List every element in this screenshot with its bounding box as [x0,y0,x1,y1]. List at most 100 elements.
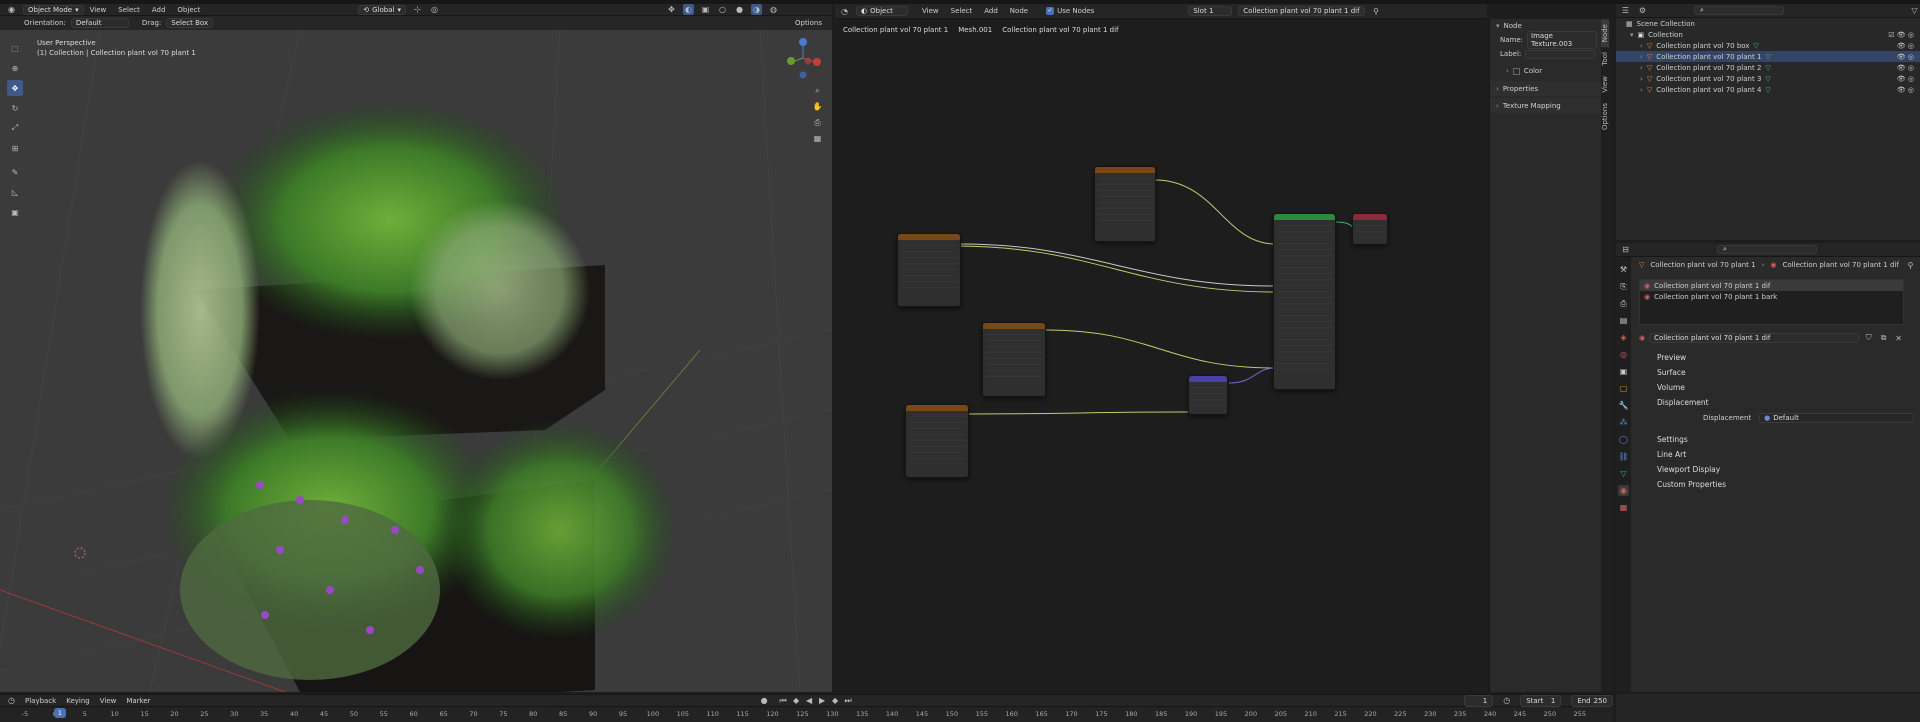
proportional-icon[interactable]: ◎ [429,4,440,15]
pin-icon[interactable]: ⚲ [1905,260,1916,271]
transform-tool-icon[interactable]: ⊞ [7,140,23,156]
editor-type-icon[interactable]: ◔ [839,6,850,17]
jump-start-icon[interactable]: ⏮ [778,695,789,706]
transform-orientation[interactable]: ⟲ Global ▾ [358,4,406,15]
material-browse-icon[interactable]: ◉ [1639,334,1645,342]
add-cube-icon[interactable]: ▣ [7,204,23,220]
editor-type-icon[interactable]: ◷ [8,695,15,706]
custom-properties-panel[interactable]: Custom Properties [1631,477,1920,492]
play-icon[interactable]: ▶ [817,695,828,706]
color-panel[interactable]: › Color [1490,63,1601,79]
current-frame-field[interactable]: 1 [1463,694,1494,707]
timeline-ruler[interactable]: -505101520253035404550556065707580859095… [0,707,1613,722]
material-slot-list[interactable]: ◉ Collection plant vol 70 plant 1 dif ◉ Co… [1639,279,1904,325]
collection-tab-icon[interactable]: ▣ [1618,366,1629,377]
grid-view-icon[interactable]: ▦ [812,133,823,144]
play-reverse-icon[interactable]: ◀ [804,695,815,706]
visibility-icons[interactable]: 👁 ◎ [1897,64,1914,72]
zoom-icon[interactable]: ⌕ [812,85,823,96]
pin-icon[interactable]: ⚲ [1371,6,1382,17]
outliner-item[interactable]: › ▽ Collection plant vol 70 plant 2 ▽ 👁 ◎ [1616,62,1920,73]
menu-keying[interactable]: Keying [66,697,90,705]
gizmo-icon[interactable]: ✥ [666,4,677,15]
outliner-item[interactable]: › ▽ Collection plant vol 70 plant 4 ▽ 👁 ◎ [1616,84,1920,95]
display-mode-icon[interactable]: ⚙ [1637,5,1648,16]
constraints-tab-icon[interactable]: ⛓ [1618,451,1629,462]
image-texture-node[interactable] [982,322,1046,397]
principled-bsdf-node[interactable] [1273,213,1336,390]
drag-dropdown[interactable]: Select Box [166,18,214,28]
menu-marker[interactable]: Marker [126,697,150,705]
camera-icon[interactable]: ⎙ [812,117,823,128]
collection-row[interactable]: ▾ ▣ Collection ☑ 👁 ◎ [1616,29,1920,40]
visibility-icons[interactable]: ☑ 👁 ◎ [1888,31,1914,39]
render-tab-icon[interactable]: ⎘ [1618,281,1629,292]
duplicate-icon[interactable]: ⧉ [1878,333,1889,344]
menu-node[interactable]: Node [1010,7,1028,15]
editor-type-icon[interactable]: ⊟ [1620,244,1631,255]
menu-object[interactable]: Object [177,6,200,14]
jump-end-icon[interactable]: ⏭ [843,695,854,706]
measure-tool-icon[interactable]: ◺ [7,184,23,200]
select-tool-icon[interactable]: ⬚ [7,40,23,56]
material-output-node[interactable] [1352,213,1388,245]
menu-view[interactable]: View [100,697,117,705]
properties-panel[interactable]: › Properties [1490,81,1601,96]
mode-dropdown[interactable]: Object Mode ▾ [23,4,84,15]
options-button[interactable]: Options [795,19,822,27]
surface-panel[interactable]: Surface [1631,365,1920,380]
scale-tool-icon[interactable]: ⤢ [7,120,23,136]
playhead[interactable]: 1 [54,708,66,718]
outliner-search[interactable]: ⌕ [1694,6,1784,15]
nav-gizmo[interactable] [782,36,827,81]
unlink-icon[interactable]: ✕ [1893,333,1904,344]
end-frame-field[interactable]: End 250 [1571,694,1613,707]
image-texture-node[interactable] [905,404,969,478]
clock-icon[interactable]: ◷ [1503,695,1510,706]
scene-collection-row[interactable]: ▦ Scene Collection [1616,18,1920,29]
world-tab-icon[interactable]: ◎ [1618,349,1629,360]
modifier-tab-icon[interactable]: 🔧 [1618,400,1629,411]
use-nodes-toggle[interactable]: ✓ Use Nodes [1046,7,1094,15]
prev-key-icon[interactable]: ◆ [791,695,802,706]
tab-node[interactable]: Node [1601,19,1609,48]
filter-icon[interactable]: ▽ [1909,5,1920,16]
menu-view[interactable]: View [90,6,107,14]
material-name-field[interactable]: Collection plant vol 70 plant 1 dif [1649,333,1860,343]
menu-add[interactable]: Add [152,6,166,14]
shading-rendered-icon[interactable]: ◍ [768,4,779,15]
line-art-panel[interactable]: Line Art [1631,447,1920,462]
physics-tab-icon[interactable]: ◯ [1618,434,1629,445]
displacement-panel[interactable]: Displacement [1631,395,1920,410]
snap-icon[interactable]: ⊹ [412,4,423,15]
tab-tool[interactable]: Tool [1601,47,1609,71]
menu-view[interactable]: View [922,7,939,15]
outliner-item[interactable]: › ▽ Collection plant vol 70 box ▽ 👁 ◎ [1616,40,1920,51]
shader-type-dropdown[interactable]: ◐ Object [856,6,908,16]
tab-options[interactable]: Options [1601,98,1609,135]
annotate-tool-icon[interactable]: ✎ [7,164,23,180]
menu-select[interactable]: Select [118,6,140,14]
image-texture-node[interactable] [1094,166,1156,242]
rotate-tool-icon[interactable]: ↻ [7,100,23,116]
slot-item[interactable]: ◉ Collection plant vol 70 plant 1 bark [1640,291,1903,302]
fake-user-icon[interactable]: ⛉ [1863,333,1874,344]
cursor-tool-icon[interactable]: ⊕ [7,60,23,76]
viewport-display-panel[interactable]: Viewport Display [1631,462,1920,477]
settings-panel[interactable]: Settings [1631,432,1920,447]
overlay-icon[interactable]: ◐ [682,4,694,15]
editor-type-icon[interactable]: ☰ [1620,5,1631,16]
shading-wire-icon[interactable]: ○ [717,4,728,15]
visibility-icons[interactable]: 👁 ◎ [1897,53,1914,61]
xray-icon[interactable]: ▣ [700,4,711,15]
displacement-dropdown[interactable]: ● Default [1759,413,1915,423]
menu-add[interactable]: Add [984,7,998,15]
normal-map-node[interactable] [1188,375,1228,415]
node-label-field[interactable] [1525,49,1596,59]
orientation-dropdown[interactable]: Default [70,18,129,28]
menu-select[interactable]: Select [951,7,973,15]
editor-type-icon[interactable]: ◉ [6,4,17,15]
image-texture-node[interactable] [897,233,961,307]
menu-playback[interactable]: Playback [25,697,56,705]
object-tab-icon[interactable]: ▢ [1618,383,1629,394]
